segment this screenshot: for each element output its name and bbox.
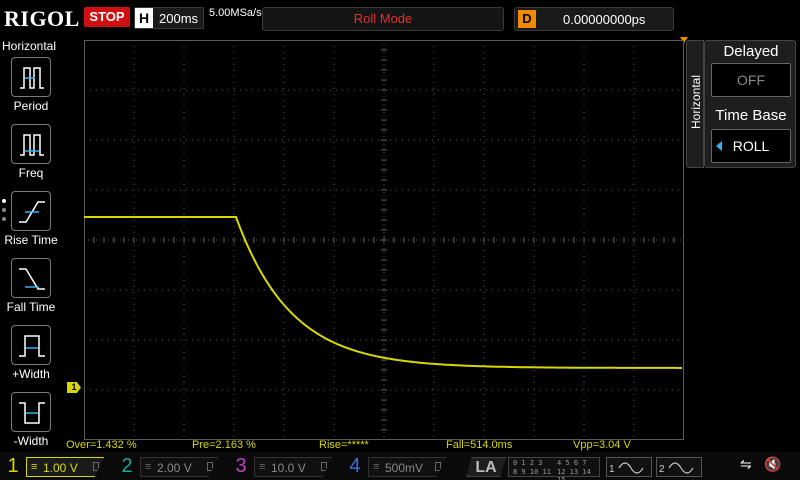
generator-1-number: 1 — [609, 464, 615, 475]
channel-4-number: 4 — [349, 455, 361, 477]
channel-3-number: 3 — [235, 455, 247, 477]
channel-bar: 1 ≡ 1.00 V 2 ≡ 2.00 V 3 ≡ 10.0 V 4 ≡ 500… — [0, 452, 800, 480]
bandwidth-icon — [321, 462, 327, 471]
menu-page-indicator — [2, 199, 6, 226]
channel-1-number: 1 — [7, 455, 19, 477]
neg-width-icon — [19, 402, 45, 424]
neg-width-label: -Width — [13, 434, 49, 448]
bandwidth-icon — [207, 462, 213, 471]
channel-4-scale: ≡ 500mV — [368, 457, 446, 477]
top-bar: RIGOL STOP H 200ms 5.00MSa/s Roll Mode D… — [0, 0, 800, 37]
measure-menu: Horizontal Period Freq Rise Time Fall Ti… — [0, 37, 62, 452]
waveform-display[interactable] — [84, 40, 684, 440]
ch1-offset-marker[interactable]: 1 — [67, 382, 81, 393]
generator-1-button[interactable]: 1 — [606, 457, 652, 477]
freq-button[interactable] — [11, 124, 51, 164]
brand-logo: RIGOL — [4, 6, 80, 31]
bandwidth-icon — [93, 462, 99, 471]
logic-analyzer-button[interactable]: LA — [466, 457, 506, 477]
rise-time-measurement: Rise=***** — [319, 439, 369, 451]
timebase-indicator[interactable]: H 200ms — [134, 7, 204, 29]
timebase-letter: H — [135, 8, 153, 28]
horizontal-menu: Delayed OFF Time Base ROLL — [704, 40, 796, 168]
digital-channels-indicator[interactable]: 0 1 2 3 4 5 6 7 8 9 10 11 12 13 14 15 — [508, 457, 600, 480]
timebase-title: Time Base — [715, 107, 787, 124]
delay-value: 0.00000000ps — [563, 12, 646, 27]
dc-coupling-icon: ≡ — [145, 461, 152, 473]
fall-time-measurement: Fall=514.0ms — [446, 439, 513, 451]
fall-time-icon — [19, 268, 45, 290]
channel-1-scale: ≡ 1.00 V — [26, 457, 104, 477]
rise-time-label: Rise Time — [4, 233, 58, 247]
generator-2-button[interactable]: 2 — [656, 457, 702, 477]
delay-letter: D — [518, 10, 536, 28]
generator-2-number: 2 — [659, 464, 665, 475]
timebase-select-value: ROLL — [732, 138, 770, 154]
rise-time-button[interactable] — [11, 191, 51, 231]
digital-group-label: 8 9 10 11 — [513, 468, 551, 476]
graticule — [84, 40, 684, 440]
channel-3-scale: ≡ 10.0 V — [254, 457, 332, 477]
pos-width-icon — [19, 335, 45, 357]
speaker-mute-icon[interactable]: 🔇 — [764, 456, 781, 473]
vpp-measurement: Vpp=3.04 V — [573, 439, 631, 451]
select-arrow-icon — [716, 141, 722, 151]
dc-coupling-icon: ≡ — [31, 461, 38, 473]
fall-time-button[interactable] — [11, 258, 51, 298]
timebase-value: 200ms — [159, 11, 199, 26]
mode-status-bar: Roll Mode — [262, 7, 504, 31]
measure-menu-title: Horizontal — [2, 39, 57, 53]
period-label: Period — [13, 99, 49, 113]
sine-wave-icon: 2 — [659, 462, 694, 475]
digital-group-label: 4 5 6 7 — [557, 459, 587, 467]
channel-2-number: 2 — [121, 455, 133, 477]
channel-3-scale-value: 10.0 V — [271, 461, 306, 475]
timebase-select[interactable]: ROLL — [711, 129, 791, 163]
freq-icon — [20, 134, 44, 156]
channel-2-scale-value: 2.00 V — [157, 461, 192, 475]
usb-icon: ⇋ — [740, 456, 752, 472]
freq-label: Freq — [18, 166, 44, 180]
run-stop-status[interactable]: STOP — [84, 7, 130, 27]
channel-4-scale-value: 500mV — [385, 461, 424, 475]
preshoot-measurement: Pre=2.163 % — [192, 439, 256, 451]
channel-2-scale: ≡ 2.00 V — [140, 457, 218, 477]
dc-coupling-icon: ≡ — [373, 461, 380, 473]
period-icon — [20, 67, 44, 89]
bandwidth-icon — [435, 462, 441, 471]
fall-time-label: Fall Time — [6, 300, 56, 314]
overshoot-measurement: Over=1.432 % — [66, 439, 137, 451]
horizontal-menu-tab-label: Horizontal — [689, 74, 703, 129]
delayed-title: Delayed — [723, 43, 779, 60]
neg-width-button[interactable] — [11, 392, 51, 432]
digital-group-label: 12 13 14 15 — [557, 468, 591, 480]
dc-coupling-icon: ≡ — [259, 461, 266, 473]
pos-width-button[interactable] — [11, 325, 51, 365]
horizontal-menu-tab[interactable]: Horizontal — [686, 40, 704, 168]
delay-indicator[interactable]: D 0.00000000ps — [514, 7, 674, 31]
digital-group-label: 0 1 2 3 — [513, 459, 543, 467]
rise-time-icon — [19, 201, 45, 223]
channel-1-scale-value: 1.00 V — [43, 461, 78, 475]
pos-width-label: +Width — [12, 367, 50, 381]
sine-wave-icon: 1 — [609, 462, 644, 475]
period-button[interactable] — [11, 57, 51, 97]
sample-rate: 5.00MSa/s — [209, 7, 262, 19]
delayed-toggle[interactable]: OFF — [711, 63, 791, 97]
